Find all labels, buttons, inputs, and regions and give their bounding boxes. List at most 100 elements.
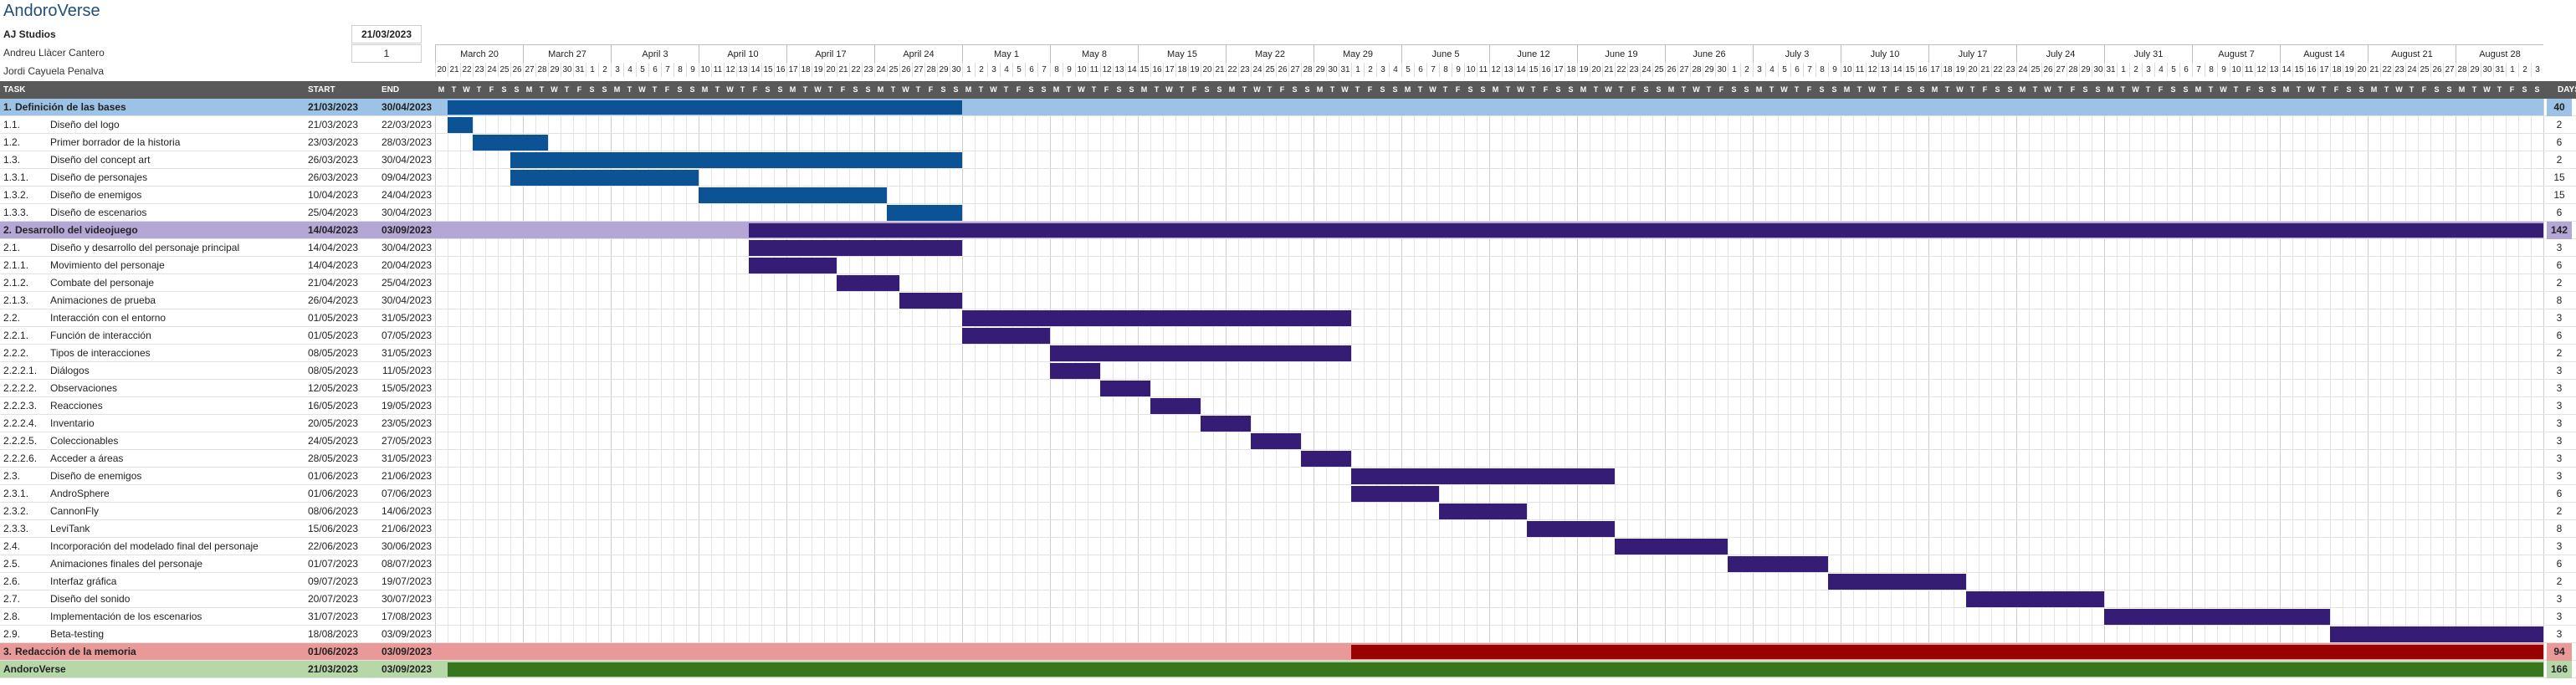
task-row[interactable]: 2.1. Diseño y desarrollo del personaje pr… (0, 239, 2576, 257)
gantt-bar[interactable] (749, 258, 837, 273)
task-row[interactable]: 2.7. Diseño del sonido 20/07/2023 30/07/202… (0, 590, 2576, 608)
task-row[interactable]: 2.2.2.4. Inventario 20/05/2023 23/05/2023 3 (0, 415, 2576, 432)
week-label: August 7 (2192, 44, 2280, 63)
gantt-bar[interactable] (510, 170, 699, 186)
project-title: AndoroVerse (3, 2, 100, 20)
day-number: 17 (1552, 63, 1565, 77)
project-start-date[interactable]: 21/03/2023 (351, 25, 422, 43)
task-row[interactable]: 2.2.1. Función de interacción 01/05/2023 07… (0, 327, 2576, 345)
task-row[interactable]: 1.3.2. Diseño de enemigos 10/04/2023 24/04/… (0, 187, 2576, 204)
gantt-bar[interactable] (1301, 451, 1351, 467)
group-row[interactable]: 1. Definición de las bases 21/03/2023 30/04… (0, 99, 2576, 116)
task-end-date: 30/04/2023 (381, 294, 432, 306)
gantt-bar[interactable] (1251, 433, 1301, 449)
gantt-bar[interactable] (1615, 539, 1728, 555)
weekday-letter: W (1956, 85, 1964, 94)
task-id: 2.6. (3, 575, 21, 587)
weekday-letter: T (627, 85, 632, 94)
group-row[interactable]: 3. Redacción de la memoria 01/06/2023 03/09… (0, 643, 2576, 661)
task-row[interactable]: 2.2. Interacción con el entorno 01/05/2023… (0, 309, 2576, 327)
gantt-bar[interactable] (1100, 381, 1150, 396)
task-row[interactable]: 2.2.2. Tipos de interacciones 08/05/2023 31… (0, 345, 2576, 362)
task-start-date: 01/05/2023 (307, 330, 358, 341)
gantt-bar[interactable] (2104, 609, 2330, 625)
gantt-bar[interactable] (448, 662, 2543, 677)
task-days: 3 (2556, 593, 2563, 605)
task-row[interactable]: 1.2. Primer borrador de la historia 23/03/… (0, 134, 2576, 151)
day-number: 31 (1339, 63, 1351, 77)
gantt-bar[interactable] (510, 152, 962, 168)
task-row[interactable]: 2.3.1. AndroSphere 01/06/2023 07/06/2023 6 (0, 485, 2576, 503)
task-row[interactable]: 2.2.2.3. Reacciones 16/05/2023 19/05/2023 3 (0, 397, 2576, 415)
gantt-bar[interactable] (2330, 626, 2543, 642)
gantt-bar[interactable] (749, 240, 962, 256)
gantt-bar[interactable] (699, 187, 887, 203)
task-start-date: 31/07/2023 (307, 611, 358, 622)
display-week-input[interactable]: 1 (351, 44, 422, 63)
group-row[interactable]: 2. Desarrollo del videojuego 14/04/2023 03/… (0, 222, 2576, 239)
gantt-bar[interactable] (837, 275, 899, 291)
task-row[interactable]: 2.8. Implementación de los escenarios 31/0… (0, 608, 2576, 626)
task-end-date: 31/05/2023 (381, 452, 432, 464)
gantt-bar[interactable] (1050, 345, 1351, 361)
day-number: 24 (1251, 63, 1263, 77)
day-number: 13 (1502, 63, 1514, 77)
task-days: 15 (2553, 189, 2565, 201)
task-row[interactable]: 2.5. Animaciones finales del personaje 01/… (0, 555, 2576, 573)
task-start-date: 28/05/2023 (307, 452, 358, 464)
weekday-letter: S (1907, 85, 1913, 94)
task-row[interactable]: 2.2.2.5. Coleccionables 24/05/2023 27/05/20… (0, 432, 2576, 450)
gantt-bar[interactable] (448, 100, 962, 115)
day-number: 3 (611, 63, 623, 77)
task-row[interactable]: 1.3.3. Diseño de escenarios 25/04/2023 30/0… (0, 204, 2576, 222)
total-row[interactable]: AndoroVerse 21/03/2023 03/09/2023 166 (0, 661, 2576, 678)
task-id: 2.2.1. (3, 330, 29, 341)
weekday-letter: S (1216, 85, 1222, 94)
gantt-bar[interactable] (1527, 521, 1615, 537)
weekday-letter: S (2258, 85, 2264, 94)
gantt-bar[interactable] (962, 328, 1050, 344)
week-label: June 19 (1577, 44, 1665, 63)
gantt-bar[interactable] (1966, 591, 2104, 607)
gantt-bar[interactable] (448, 117, 473, 133)
gantt-bar[interactable] (887, 205, 962, 221)
gantt-bar[interactable] (1351, 645, 2543, 659)
gantt-bar[interactable] (473, 135, 548, 151)
gantt-bar[interactable] (1728, 556, 1828, 572)
task-row[interactable]: 2.3.2. CannonFly 08/06/2023 14/06/2023 2 (0, 503, 2576, 520)
task-row[interactable]: 2.4. Incorporación del modelado final del… (0, 538, 2576, 555)
weekday-letter: W (814, 85, 822, 94)
weekday-letter: S (1919, 85, 1925, 94)
task-row[interactable]: 2.6. Interfaz gráfica 09/07/2023 19/07/2023… (0, 573, 2576, 590)
task-row[interactable]: 2.3.3. LeviTank 15/06/2023 21/06/2023 8 (0, 520, 2576, 538)
day-number: 11 (1088, 63, 1100, 77)
gantt-bar[interactable] (1150, 398, 1201, 414)
gantt-bar[interactable] (1201, 416, 1251, 432)
gantt-bar[interactable] (899, 293, 962, 309)
task-row[interactable]: 1.3.1. Diseño de personajes 26/03/2023 09/0… (0, 169, 2576, 187)
task-end-date: 19/07/2023 (381, 575, 432, 587)
task-row[interactable]: 2.1.2. Combate del personaje 21/04/2023 25/… (0, 274, 2576, 292)
gantt-bar[interactable] (1351, 468, 1615, 484)
gantt-bar[interactable] (749, 223, 2543, 238)
task-end-date: 25/04/2023 (381, 277, 432, 289)
task-row[interactable]: 2.1.1. Movimiento del personaje 14/04/2023… (0, 257, 2576, 274)
day-number: 28 (924, 63, 937, 77)
gantt-bar[interactable] (962, 310, 1351, 326)
task-row[interactable]: 2.2.2.2. Observaciones 12/05/2023 15/05/202… (0, 380, 2576, 397)
task-row[interactable]: 2.2.2.6. Acceder a áreas 28/05/2023 31/05/2… (0, 450, 2576, 468)
task-row[interactable]: 2.1.3. Animaciones de prueba 26/04/2023 30/… (0, 292, 2576, 309)
task-row[interactable]: 1.3. Diseño del concept art 26/03/2023 30/0… (0, 151, 2576, 169)
task-row[interactable]: 1.1. Diseño del logo 21/03/2023 22/03/2023 2 (0, 116, 2576, 134)
task-row[interactable]: 2.2.2.1. Diálogos 08/05/2023 11/05/2023 3 (0, 362, 2576, 380)
day-number: 8 (1815, 63, 1828, 77)
day-number: 25 (887, 63, 899, 77)
task-id: 1.1. (3, 119, 21, 130)
task-row[interactable]: 2.9. Beta-testing 18/08/2023 03/09/2023 3 (0, 626, 2576, 643)
gantt-bar[interactable] (1050, 363, 1100, 379)
gantt-bar[interactable] (1439, 504, 1527, 519)
task-row[interactable]: 2.3. Diseño de enemigos 01/06/2023 21/06/20… (0, 468, 2576, 485)
task-id: 2.2.2.3. (3, 400, 38, 412)
gantt-bar[interactable] (1828, 574, 1966, 590)
gantt-bar[interactable] (1351, 486, 1439, 502)
